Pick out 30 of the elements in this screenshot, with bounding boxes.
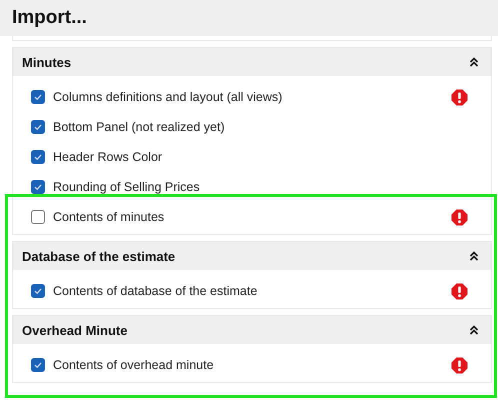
checkbox-label: Rounding of Selling Prices	[53, 180, 201, 194]
section-header[interactable]: Database of the estimate	[13, 242, 491, 270]
checkbox[interactable]	[31, 90, 45, 104]
check-icon	[33, 92, 43, 102]
section-title: Database of the estimate	[22, 248, 176, 264]
collapse-icon[interactable]	[469, 57, 479, 67]
section-title: Overhead Minute	[22, 322, 128, 338]
checkbox-label: Bottom Panel (not realized yet)	[53, 120, 226, 134]
checkbox-label: Contents of database of the estimate	[53, 284, 258, 298]
collapse-icon[interactable]	[469, 325, 479, 335]
check-icon	[33, 182, 43, 192]
checkbox[interactable]	[31, 150, 45, 164]
check-icon	[33, 152, 43, 162]
checkbox-label: Columns definitions and layout (all views)	[53, 90, 284, 104]
checkbox[interactable]	[31, 120, 45, 134]
checkbox[interactable]	[31, 210, 45, 224]
checkbox-label: Contents of minutes	[53, 210, 166, 224]
checkbox[interactable]	[31, 358, 45, 372]
section-header[interactable]: Overhead Minute	[13, 316, 491, 344]
collapse-icon[interactable]	[469, 251, 479, 261]
check-icon	[33, 122, 43, 132]
section-header[interactable]: Minutes	[13, 48, 491, 76]
checkbox-label: Contents of overhead minute	[53, 358, 215, 372]
checkbox-label: Header Rows Color	[53, 150, 164, 164]
check-icon	[33, 360, 43, 370]
dialog-title: Import...	[12, 7, 87, 29]
checkbox[interactable]	[31, 284, 45, 298]
check-icon	[33, 286, 43, 296]
checkbox[interactable]	[31, 180, 45, 194]
section-title: Minutes	[22, 54, 72, 70]
